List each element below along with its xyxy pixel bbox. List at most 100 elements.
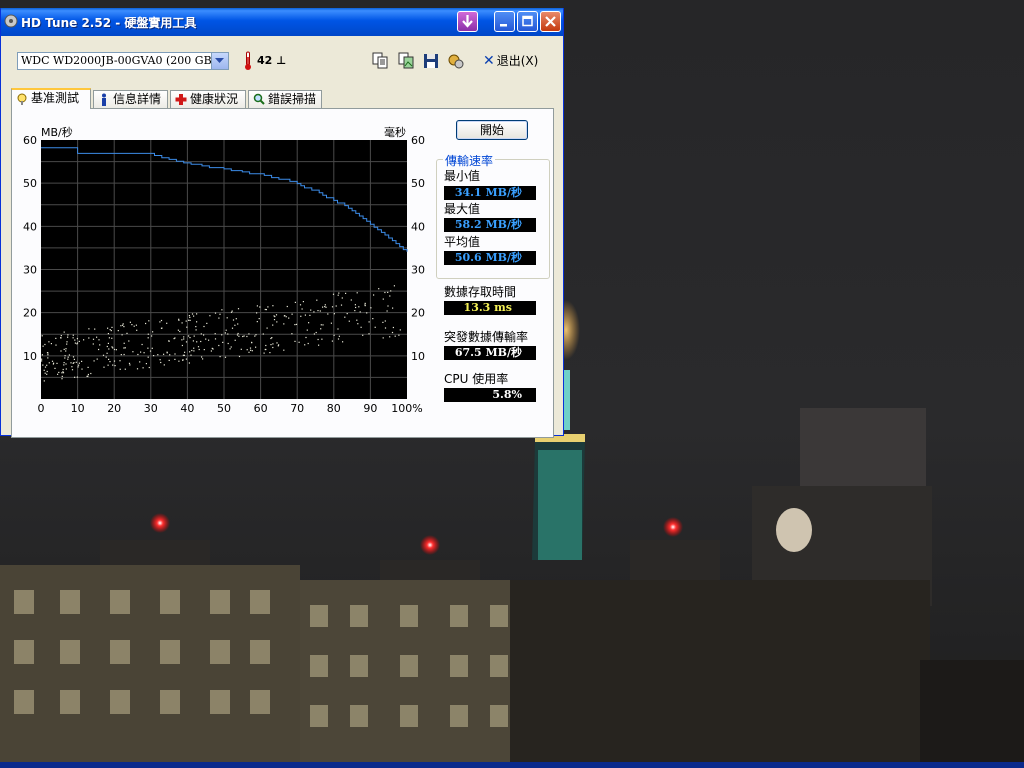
y-tick-label-right: 30 <box>411 264 425 277</box>
access-time-point <box>313 311 315 313</box>
access-time-point <box>224 332 226 334</box>
y-tick-label-right: 50 <box>411 177 425 190</box>
access-time-point <box>193 347 195 349</box>
info-icon <box>102 93 106 106</box>
access-time-point <box>210 350 212 352</box>
copy-text-icon[interactable] <box>371 52 389 70</box>
access-time-point <box>256 312 258 314</box>
access-time-point <box>272 346 274 349</box>
close-button[interactable] <box>540 11 561 32</box>
access-time-point <box>272 324 274 326</box>
access-time-point <box>61 372 63 374</box>
access-time-point <box>173 338 175 340</box>
access-time-point <box>62 368 64 371</box>
access-time-point <box>44 366 47 368</box>
access-time-point <box>147 347 149 349</box>
access-time-point <box>46 370 48 373</box>
access-time-point <box>267 306 269 308</box>
x-tick-label: 20 <box>107 402 121 414</box>
cpu-usage-label: CPU 使用率 <box>444 372 509 386</box>
access-time-point <box>41 335 43 337</box>
maximize-button[interactable] <box>517 11 538 32</box>
max-value: 58.2 MB/秒 <box>444 218 536 232</box>
tab-health[interactable]: 健康狀況 <box>170 90 246 108</box>
start-button[interactable]: 開始 <box>456 120 528 140</box>
access-time-point <box>358 306 360 308</box>
access-time-point <box>288 317 290 319</box>
access-time-point <box>393 285 395 287</box>
access-time-point <box>55 337 57 339</box>
x-tick-label: 60 <box>254 402 268 414</box>
avg-value: 50.6 MB/秒 <box>444 251 536 265</box>
access-time-point <box>123 353 125 356</box>
access-time-point <box>283 349 285 351</box>
tab-info[interactable]: 信息詳情 <box>93 90 168 108</box>
access-time-point <box>108 348 110 350</box>
access-time-point <box>246 335 248 338</box>
access-time-point <box>398 334 400 336</box>
access-time-point <box>317 338 319 341</box>
drive-select-value: WDC WD2000JB-00GVA0 (200 GB) <box>21 54 216 67</box>
tab-benchmark[interactable]: 基准測試 <box>11 88 91 109</box>
access-time-point <box>356 319 358 321</box>
access-time-point <box>47 357 49 359</box>
access-time-point <box>74 376 76 378</box>
access-time-point <box>306 329 308 331</box>
access-time-point <box>264 308 266 311</box>
copy-image-icon[interactable] <box>397 52 415 70</box>
access-time-point <box>203 334 205 336</box>
download-button[interactable] <box>457 11 478 32</box>
exit-button[interactable]: ✕ 退出(X) <box>483 52 538 70</box>
access-time-point <box>193 335 195 337</box>
options-icon[interactable] <box>447 52 465 70</box>
access-time-point <box>309 314 311 316</box>
access-time-point <box>108 358 110 360</box>
access-time-point <box>166 322 168 324</box>
minimize-button[interactable] <box>494 11 515 32</box>
access-time-point <box>255 334 257 336</box>
title-bar[interactable]: HD Tune 2.52 - 硬盤實用工具 <box>1 8 563 36</box>
access-time-point <box>61 375 63 377</box>
access-time-point <box>382 321 384 323</box>
access-time-point <box>54 367 56 369</box>
access-time-point <box>145 322 147 325</box>
access-time-point <box>92 343 94 345</box>
access-time-point <box>143 352 145 354</box>
access-time-point <box>294 301 296 303</box>
access-time-point <box>111 337 113 339</box>
drive-select[interactable]: WDC WD2000JB-00GVA0 (200 GB) <box>17 52 229 70</box>
drive-dropdown-arrow[interactable] <box>211 53 228 69</box>
access-time-point <box>109 329 111 331</box>
access-time-point <box>345 292 347 294</box>
max-label: 最大值 <box>444 202 481 216</box>
access-time-point <box>179 330 181 333</box>
exit-label: 退出(X) <box>496 54 539 68</box>
access-time-point <box>360 326 362 328</box>
access-time-point <box>387 305 389 307</box>
access-time-point <box>62 372 65 374</box>
access-time-point <box>148 320 150 322</box>
access-time-point <box>193 315 195 317</box>
access-time-point <box>71 369 74 371</box>
tab-error-scan[interactable]: 錯誤掃描 <box>248 90 322 108</box>
access-time-point <box>108 337 110 339</box>
access-time-point <box>203 325 205 328</box>
save-icon[interactable] <box>422 52 440 70</box>
access-time-point <box>212 348 214 350</box>
access-time-point <box>73 358 75 360</box>
access-time-point <box>189 337 191 339</box>
access-time-point <box>43 380 45 382</box>
access-time-point <box>48 341 50 343</box>
access-time-point <box>256 305 258 307</box>
access-time-point <box>265 309 267 311</box>
right-axis-unit: 毫秒 <box>384 125 406 139</box>
access-time-point <box>384 327 387 329</box>
access-time-point <box>248 351 250 353</box>
benchmark-icon <box>17 93 27 105</box>
access-time-point <box>251 350 253 352</box>
access-time-point <box>227 333 229 335</box>
access-time-point <box>67 358 69 360</box>
access-time-point <box>298 341 300 343</box>
access-time-point <box>359 311 361 313</box>
access-time-point <box>72 337 74 339</box>
